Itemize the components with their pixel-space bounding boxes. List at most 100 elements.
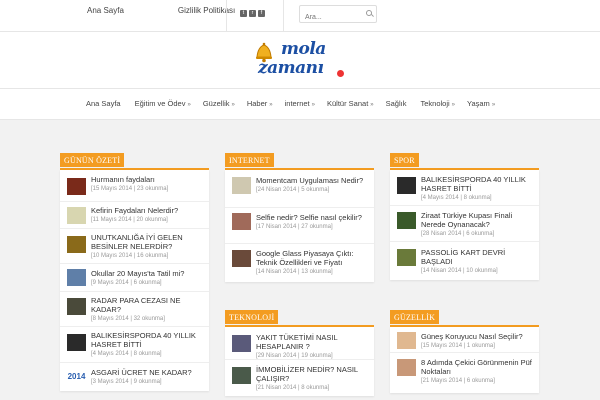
list-item[interactable]: 2014 ASGARİ ÜCRET NE KADAR? [3 Mayıs 2014…: [60, 363, 209, 391]
widget-body: BALIKESİRSPORDA 40 YILLIK HASRET BİTTİ [4…: [390, 170, 539, 280]
item-meta: [21 Mayıs 2014 | 6 okunma]: [421, 378, 495, 384]
nav-item-technology[interactable]: Teknoloji»: [414, 89, 461, 120]
divider: [226, 0, 227, 32]
item-meta: [9 Mayıs 2014 | 6 okunma]: [91, 280, 162, 286]
nav-item-life[interactable]: Yaşam»: [461, 89, 501, 120]
item-meta: [24 Nisan 2014 | 5 okunma]: [256, 187, 330, 193]
search-icon[interactable]: [366, 10, 372, 16]
item-title[interactable]: Ziraat Türkiye Kupası Finali Nerede Oyna…: [421, 211, 536, 229]
nav-item-internet[interactable]: internet»: [279, 89, 321, 120]
widget-technology: TEKNOLOJİ YAKIT TÜKETİMİ NASIL HESAPLANI…: [225, 307, 374, 396]
item-thumbnail[interactable]: [232, 250, 251, 267]
item-thumbnail[interactable]: [397, 249, 416, 266]
item-meta: [29 Nisan 2014 | 19 okunma]: [256, 353, 333, 359]
item-thumbnail[interactable]: [67, 298, 86, 315]
top-bar: Ana Sayfa Gizlilik Politikası t r f: [0, 0, 600, 32]
widget-title: SPOR: [390, 153, 419, 167]
nav-item-education[interactable]: Eğitim ve Ödev»: [129, 89, 197, 120]
item-thumbnail[interactable]: [232, 177, 251, 194]
nav-item-news[interactable]: Haber»: [241, 89, 279, 120]
rss-icon[interactable]: r: [249, 10, 256, 17]
item-meta: [17 Nisan 2014 | 27 okunma]: [256, 224, 333, 230]
item-title[interactable]: BALIKESİRSPORDA 40 YILLIK HASRET BİTTİ: [91, 331, 206, 349]
item-meta: [8 Mayıs 2014 | 32 okunma]: [91, 316, 165, 322]
top-nav: Ana Sayfa Gizlilik Politikası: [60, 0, 262, 32]
item-thumbnail[interactable]: [397, 332, 416, 349]
item-thumbnail[interactable]: [397, 212, 416, 229]
item-title[interactable]: İMMOBİLİZER NEDİR? NASIL ÇALIŞIR?: [256, 365, 371, 383]
list-item[interactable]: RADAR PARA CEZASI NE KADAR? [8 Mayıs 2014…: [60, 292, 209, 327]
widget-internet: INTERNET Momentcam Uygulaması Nedir? [24 …: [225, 150, 374, 282]
item-title[interactable]: UNUTKANLIĞA İYİ GELEN BESİNLER NELERDİR?: [91, 233, 206, 251]
widget-body: YAKIT TÜKETİMİ NASIL HESAPLANIR ? [29 Nis…: [225, 327, 374, 396]
twitter-icon[interactable]: t: [240, 10, 247, 17]
item-meta: [10 Mayıs 2014 | 16 okunma]: [91, 253, 169, 259]
widget-title: INTERNET: [225, 153, 274, 167]
item-meta: [15 Mayıs 2014 | 1 okunma]: [421, 343, 495, 349]
list-item[interactable]: Momentcam Uygulaması Nedir? [24 Nisan 201…: [225, 170, 374, 208]
item-title[interactable]: Hurmanın faydaları: [91, 175, 206, 184]
nav-item-culture[interactable]: Kültür Sanat»: [321, 89, 380, 120]
item-thumbnail[interactable]: [232, 367, 251, 384]
list-item[interactable]: Selfie nedir? Selfie nasıl çekilir? [17 N…: [225, 208, 374, 244]
widget-body: Hurmanın faydaları [15 Mayıs 2014 | 23 ok…: [60, 170, 209, 391]
social-icons: t r f: [240, 10, 265, 17]
item-meta: [14 Nisan 2014 | 13 okunma]: [256, 269, 333, 275]
item-title[interactable]: PASSOLİG KART DEVRİ BAŞLADI: [421, 248, 536, 266]
item-meta: [11 Mayıs 2014 | 20 okunma]: [91, 217, 168, 223]
item-thumbnail[interactable]: [232, 335, 251, 352]
item-title[interactable]: YAKIT TÜKETİMİ NASIL HESAPLANIR ?: [256, 333, 371, 351]
list-item[interactable]: Güneş Koruyucu Nasıl Seçilir? [15 Mayıs 2…: [390, 327, 539, 353]
item-title[interactable]: Momentcam Uygulaması Nedir?: [256, 176, 371, 185]
list-item[interactable]: BALIKESİRSPORDA 40 YILLIK HASRET BİTTİ [4…: [60, 327, 209, 363]
item-meta: [4 Mayıs 2014 | 8 okunma]: [421, 195, 492, 201]
item-title[interactable]: RADAR PARA CEZASI NE KADAR?: [91, 296, 206, 314]
item-thumbnail[interactable]: 2014: [67, 368, 86, 385]
list-item[interactable]: İMMOBİLİZER NEDİR? NASIL ÇALIŞIR? [21 Nis…: [225, 360, 374, 396]
item-thumbnail[interactable]: [67, 334, 86, 351]
search-input[interactable]: [300, 9, 362, 26]
divider: [283, 0, 284, 32]
list-item[interactable]: UNUTKANLIĞA İYİ GELEN BESİNLER NELERDİR?…: [60, 229, 209, 264]
widget-body: Güneş Koruyucu Nasıl Seçilir? [15 Mayıs 2…: [390, 327, 539, 393]
list-item[interactable]: BALIKESİRSPORDA 40 YILLIK HASRET BİTTİ [4…: [390, 170, 539, 206]
facebook-icon[interactable]: f: [258, 10, 265, 17]
nav-item-health[interactable]: Sağlık: [380, 89, 415, 120]
widget-daily-summary: GÜNÜN ÖZETİ Hurmanın faydaları [15 Mayıs …: [60, 150, 209, 391]
item-thumbnail[interactable]: [67, 269, 86, 286]
list-item[interactable]: Google Glass Piyasaya Çıktı: Teknik Özel…: [225, 244, 374, 282]
list-item[interactable]: Kefirin Faydaları Nelerdir? [11 Mayıs 201…: [60, 202, 209, 229]
list-item[interactable]: 8 Adımda Çekici Görünmenin Püf Noktaları…: [390, 353, 539, 393]
item-title[interactable]: Google Glass Piyasaya Çıktı: Teknik Özel…: [256, 249, 371, 267]
widget-title: GÜZELLİK: [390, 310, 440, 324]
header: mola zamanı: [0, 32, 600, 88]
item-meta: [4 Mayıs 2014 | 8 okunma]: [91, 351, 162, 357]
item-title[interactable]: Okullar 20 Mayıs'ta Tatil mi?: [91, 269, 206, 278]
list-item[interactable]: Ziraat Türkiye Kupası Finali Nerede Oyna…: [390, 206, 539, 242]
list-item[interactable]: Okullar 20 Mayıs'ta Tatil mi? [9 Mayıs 20…: [60, 264, 209, 292]
item-thumbnail[interactable]: [67, 207, 86, 224]
item-title[interactable]: BALIKESİRSPORDA 40 YILLIK HASRET BİTTİ: [421, 175, 536, 193]
item-thumbnail[interactable]: [67, 178, 86, 195]
list-item[interactable]: YAKIT TÜKETİMİ NASIL HESAPLANIR ? [29 Nis…: [225, 327, 374, 360]
item-title[interactable]: Selfie nedir? Selfie nasıl çekilir?: [256, 213, 371, 222]
list-item[interactable]: PASSOLİG KART DEVRİ BAŞLADI [14 Nisan 201…: [390, 242, 539, 280]
item-thumbnail[interactable]: [397, 177, 416, 194]
nav-item-home[interactable]: Ana Sayfa: [80, 89, 129, 120]
item-title[interactable]: 8 Adımda Çekici Görünmenin Püf Noktaları: [421, 358, 536, 376]
widget-sport: SPOR BALIKESİRSPORDA 40 YILLIK HASRET Bİ…: [390, 150, 539, 280]
top-link-home[interactable]: Ana Sayfa: [60, 0, 151, 32]
item-thumbnail[interactable]: [67, 236, 86, 253]
widget-beauty: GÜZELLİK Güneş Koruyucu Nasıl Seçilir? [1…: [390, 307, 539, 393]
item-title[interactable]: ASGARİ ÜCRET NE KADAR?: [91, 368, 206, 377]
item-title[interactable]: Kefirin Faydaları Nelerdir?: [91, 206, 206, 215]
logo-word-2: zamanı: [258, 58, 324, 78]
site-logo[interactable]: mola zamanı: [253, 39, 349, 83]
nav-item-beauty[interactable]: Güzellik»: [197, 89, 241, 120]
item-thumbnail[interactable]: [397, 359, 416, 376]
widget-title: GÜNÜN ÖZETİ: [60, 153, 125, 167]
item-title[interactable]: Güneş Koruyucu Nasıl Seçilir?: [421, 332, 536, 341]
item-meta: [3 Mayıs 2014 | 9 okunma]: [91, 379, 162, 385]
item-thumbnail[interactable]: [232, 213, 251, 230]
list-item[interactable]: Hurmanın faydaları [15 Mayıs 2014 | 23 ok…: [60, 170, 209, 202]
